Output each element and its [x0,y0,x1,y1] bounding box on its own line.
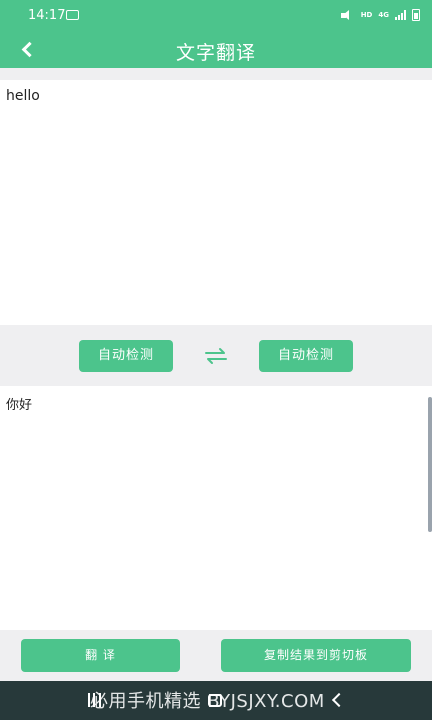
hd-indicator: HD [360,11,373,19]
status-bar: 14:17 HD 4G [0,0,432,32]
signal-icon [395,10,406,20]
target-language-button[interactable]: 自动检测 [259,340,353,372]
translate-button[interactable]: 翻 译 [21,639,180,672]
mute-icon [340,9,355,21]
page-title: 文字翻译 [175,42,256,64]
source-language-button[interactable]: 自动检测 [79,340,173,372]
copy-result-button[interactable]: 复制结果到剪切板 [221,639,411,672]
swap-arrows-icon[interactable] [205,347,227,365]
app-bar: 文字翻译 [0,32,432,68]
translation-result: 你好 [0,386,432,630]
nav-back-icon[interactable] [331,692,347,708]
battery-icon [412,9,420,21]
image-notification-icon [66,10,79,20]
recent-apps-icon[interactable] [88,693,101,707]
status-icons: HD 4G [340,9,420,21]
scrollbar[interactable] [428,397,432,532]
system-nav-bar [0,681,432,720]
network-indicator: 4G [378,11,389,19]
status-time: 14:17 [28,8,66,23]
home-icon[interactable] [208,694,222,707]
source-text-input[interactable]: hello [0,80,432,325]
